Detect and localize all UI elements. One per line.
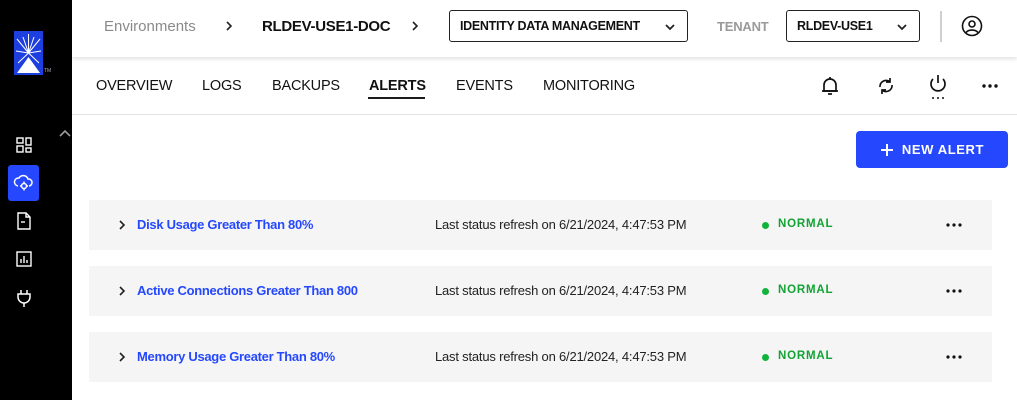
- product-select[interactable]: IDENTITY DATA MANAGEMENT: [449, 10, 688, 42]
- tab-alerts[interactable]: ALERTS: [369, 78, 426, 94]
- chevron-down-icon: [665, 24, 675, 31]
- more-icon[interactable]: [945, 349, 963, 365]
- tab-overview[interactable]: OVERVIEW: [96, 78, 172, 94]
- sidebar-item-dashboard[interactable]: [8, 129, 39, 160]
- sidebar-item-environments[interactable]: [8, 165, 39, 201]
- sync-icon: [879, 78, 893, 94]
- new-alert-label: NEW ALERT: [901, 142, 985, 157]
- tenant-label: TENANT: [717, 19, 769, 34]
- bell-icon: [822, 77, 838, 95]
- tab-events[interactable]: EVENTS: [456, 78, 513, 94]
- tab-backups[interactable]: BACKUPS: [272, 78, 340, 94]
- user-icon: [961, 15, 983, 37]
- report-icon: [15, 250, 32, 267]
- user-menu-button[interactable]: [961, 15, 983, 42]
- status-dot: [762, 288, 769, 295]
- more-icon[interactable]: [945, 217, 963, 233]
- alert-refresh-text: Last status refresh on 6/21/2024, 4:47:5…: [435, 283, 687, 298]
- tab-bar: OVERVIEW LOGS BACKUPS ALERTS EVENTS MONI…: [72, 57, 1017, 115]
- sidebar: TM: [0, 0, 72, 400]
- alert-row[interactable]: Memory Usage Greater Than 80% Last statu…: [89, 332, 992, 382]
- sidebar-item-documents[interactable]: [8, 205, 39, 236]
- new-alert-button[interactable]: NEW ALERT: [856, 131, 1008, 168]
- alert-name-link[interactable]: Memory Usage Greater Than 80%: [137, 349, 335, 364]
- more-options-button[interactable]: [979, 75, 1001, 97]
- brand-logo[interactable]: [14, 31, 43, 75]
- status-badge: NORMAL: [778, 218, 834, 230]
- tab-monitoring[interactable]: MONITORING: [543, 78, 635, 94]
- chevron-right-icon[interactable]: [115, 350, 129, 364]
- alert-name-link[interactable]: Disk Usage Greater Than 80%: [137, 217, 313, 232]
- document-icon: [16, 211, 31, 230]
- trademark-mark: TM: [44, 68, 52, 74]
- dashboard-icon: [15, 136, 32, 153]
- plug-icon: [16, 289, 31, 307]
- chevron-down-icon: [897, 24, 907, 31]
- sidebar-item-integrations[interactable]: [8, 282, 39, 313]
- product-select-value: IDENTITY DATA MANAGEMENT: [460, 19, 640, 33]
- power-button[interactable]: [927, 73, 949, 101]
- chevron-right-icon: [412, 21, 419, 31]
- alert-refresh-text: Last status refresh on 6/21/2024, 4:47:5…: [435, 349, 687, 364]
- alert-name-link[interactable]: Active Connections Greater Than 800: [137, 283, 358, 298]
- more-icon[interactable]: [945, 283, 963, 299]
- alert-refresh-text: Last status refresh on 6/21/2024, 4:47:5…: [435, 217, 687, 232]
- breadcrumb-environments[interactable]: Environments: [104, 18, 196, 35]
- tab-logs[interactable]: LOGS: [202, 78, 242, 94]
- power-icon: [930, 75, 946, 99]
- tenant-select[interactable]: RLDEV-USE1: [786, 10, 920, 42]
- status-dot: [762, 222, 769, 229]
- chevron-right-icon[interactable]: [115, 218, 129, 232]
- cloud-settings-icon: [13, 174, 33, 191]
- tenant-select-value: RLDEV-USE1: [797, 19, 873, 33]
- sync-button[interactable]: [875, 75, 897, 97]
- alert-row[interactable]: Active Connections Greater Than 800 Last…: [89, 266, 992, 316]
- more-icon: [982, 84, 998, 88]
- status-badge: NORMAL: [778, 350, 834, 362]
- status-dot: [762, 354, 769, 361]
- top-bar: Environments RLDEV-USE1-DOC IDENTITY DAT…: [72, 0, 1017, 57]
- sidebar-item-reports[interactable]: [8, 243, 39, 274]
- chevron-right-icon: [226, 21, 233, 31]
- header-divider: [940, 11, 942, 42]
- plus-icon: [880, 143, 893, 156]
- chevron-right-icon[interactable]: [115, 284, 129, 298]
- collapse-up-icon[interactable]: [58, 127, 72, 141]
- notifications-button[interactable]: [819, 75, 841, 97]
- breadcrumb-environment[interactable]: RLDEV-USE1-DOC: [262, 18, 391, 35]
- status-badge: NORMAL: [778, 284, 834, 296]
- active-tab-indicator: [368, 97, 425, 99]
- alert-row[interactable]: Disk Usage Greater Than 80% Last status …: [89, 200, 992, 250]
